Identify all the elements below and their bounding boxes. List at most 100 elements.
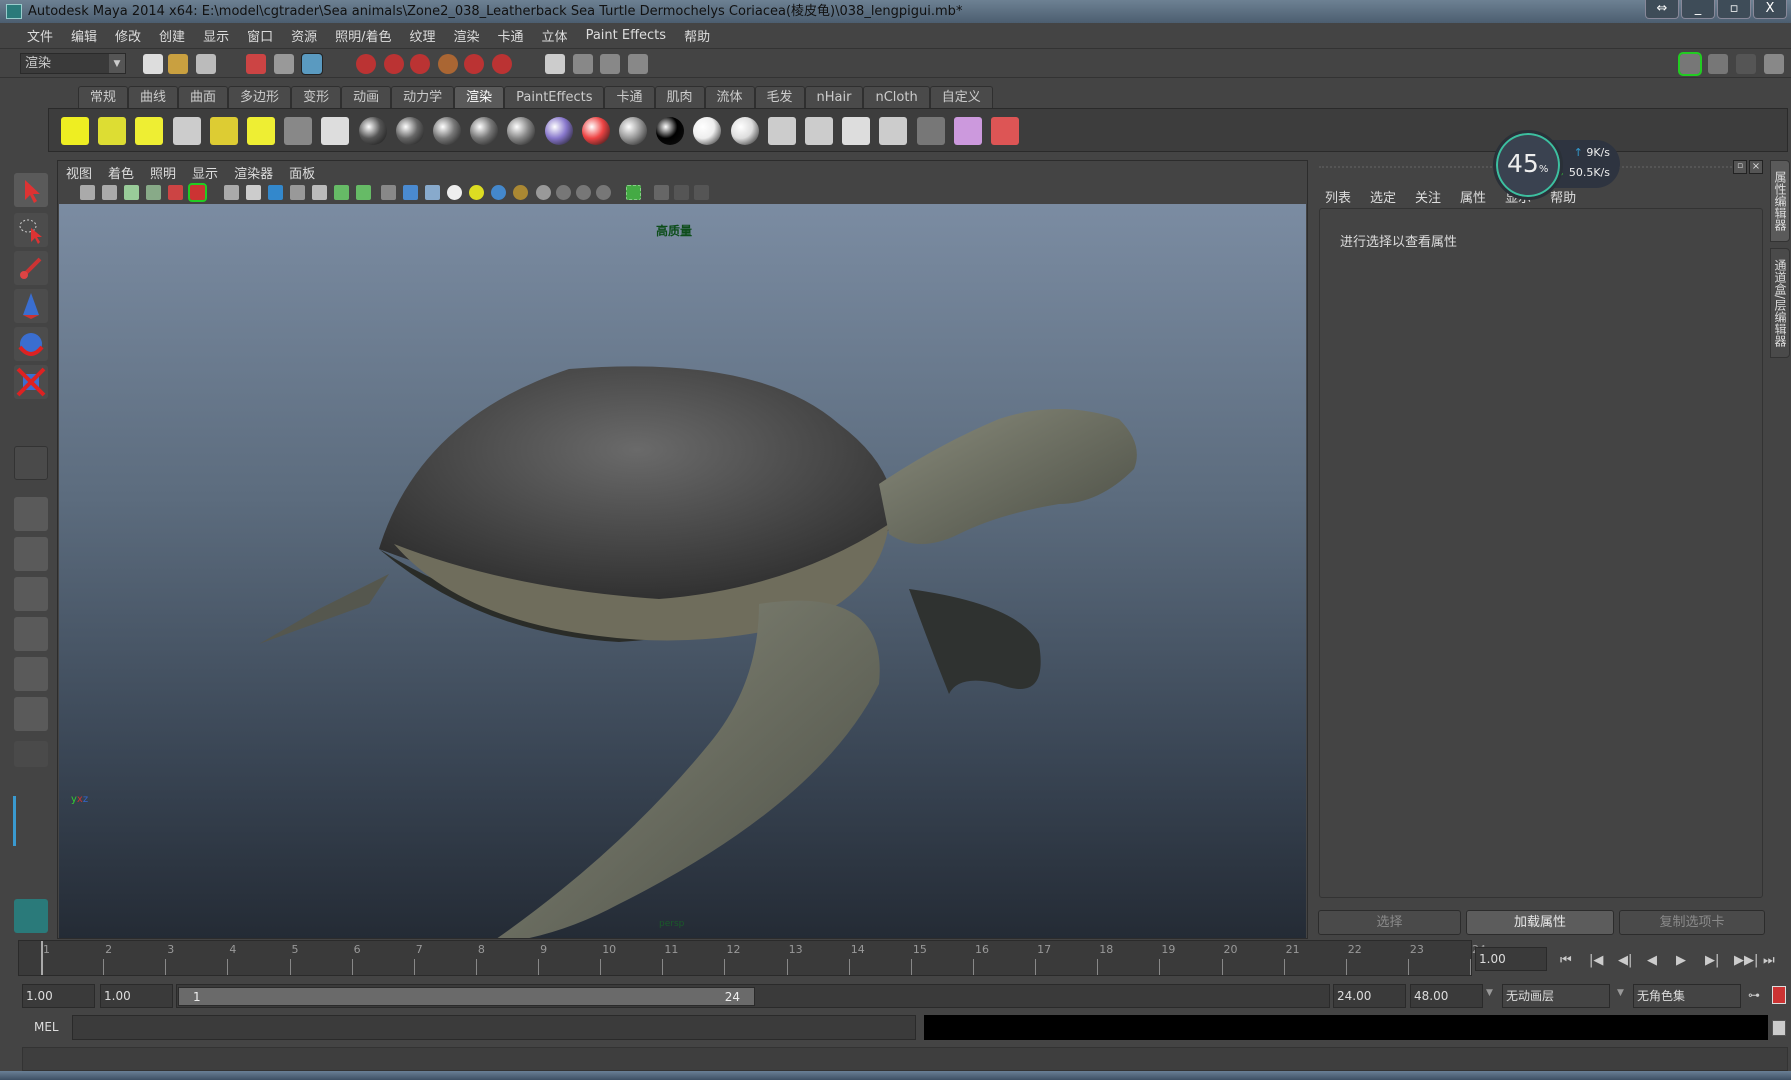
shelf-tab[interactable]: 卡通 (604, 86, 655, 108)
xray-icon[interactable] (654, 185, 669, 200)
shelf-tab[interactable]: 渲染 (454, 86, 505, 108)
film-gate-icon[interactable] (246, 185, 261, 200)
viewport-menu-item[interactable]: 显示 (192, 163, 218, 182)
close-button[interactable]: X (1753, 0, 1787, 19)
playback-end-field[interactable]: 24.00 (1333, 984, 1406, 1008)
end-time-field[interactable]: 48.00 (1410, 984, 1483, 1008)
ipr-render-icon[interactable] (805, 117, 833, 145)
xray-joints-icon[interactable] (674, 185, 689, 200)
persp-trax-layout-icon[interactable] (14, 697, 48, 731)
menu-item[interactable]: 窗口 (238, 26, 282, 45)
snap-point-icon[interactable] (410, 54, 430, 74)
shadows-icon[interactable] (513, 185, 528, 200)
anti-aliasing-icon[interactable] (596, 185, 611, 200)
viewport-menu-item[interactable]: 视图 (66, 163, 92, 182)
isolate-select-icon[interactable] (536, 185, 551, 200)
snap-live-icon[interactable] (464, 54, 484, 74)
playback-button[interactable]: ▶| (1705, 953, 1719, 968)
render-layers-icon[interactable] (284, 117, 313, 145)
shelf-tab[interactable]: 肌肉 (654, 86, 705, 108)
tab-channel-box[interactable]: 通道盒/层编辑器 (1770, 248, 1790, 358)
minimize-button[interactable]: _ (1681, 0, 1715, 19)
render-view-icon[interactable] (545, 54, 565, 74)
playback-button[interactable]: |◀ (1589, 953, 1603, 968)
tab-attribute-editor[interactable]: 属性编辑器 (1770, 160, 1790, 242)
menu-item[interactable]: 编辑 (62, 26, 106, 45)
shelf-tab[interactable]: 曲面 (178, 86, 229, 108)
phong-e-icon[interactable] (470, 117, 499, 145)
single-perspective-layout-icon[interactable] (14, 497, 48, 531)
volume-light-icon[interactable] (209, 117, 238, 145)
mental-ray-icon[interactable] (953, 117, 982, 145)
viewport-menu-item[interactable]: 着色 (108, 163, 134, 182)
2d-pan-zoom-icon[interactable] (146, 185, 161, 200)
snap-view-plane-icon[interactable] (438, 54, 458, 74)
open-scene-icon[interactable] (168, 54, 188, 74)
menu-item[interactable]: 资源 (282, 26, 326, 45)
camera-bookmark-icon[interactable] (102, 185, 117, 200)
mel-label[interactable]: MEL (34, 1020, 59, 1034)
attribute-editor-toggle-icon[interactable] (1708, 54, 1728, 74)
current-frame-field[interactable]: 1.00 (1475, 947, 1547, 971)
save-scene-icon[interactable] (196, 54, 216, 74)
shelf-tab[interactable]: 动画 (341, 86, 392, 108)
shelf-tab[interactable]: 多边形 (228, 86, 292, 108)
grid-icon[interactable] (224, 185, 239, 200)
select-object-icon[interactable] (274, 54, 294, 74)
shelf-tab[interactable]: PaintEffects (504, 86, 605, 108)
textured-icon[interactable] (447, 185, 462, 200)
persp-graph-layout-icon[interactable] (14, 617, 48, 651)
black-shader-icon[interactable] (693, 117, 722, 145)
shelf-tab[interactable]: 自定义 (929, 86, 993, 108)
menu-item[interactable]: 文件 (18, 26, 62, 45)
character-set-select[interactable]: 无角色集 (1633, 984, 1741, 1008)
viewport-menu-item[interactable]: 面板 (289, 163, 315, 182)
attribute-editor-menu-item[interactable]: 属性 (1460, 187, 1486, 206)
playback-button[interactable]: ◀| (1618, 953, 1632, 968)
turtle-model[interactable] (59, 204, 1306, 938)
menu-item[interactable]: 显示 (194, 26, 238, 45)
playback-button[interactable]: ▶▶| (1734, 953, 1758, 968)
viewport-menu-item[interactable]: 照明 (150, 163, 176, 182)
ambient-occlusion-icon[interactable] (556, 185, 571, 200)
menu-item[interactable]: 渲染 (445, 26, 489, 45)
menu-item[interactable]: 创建 (150, 26, 194, 45)
resolution-gate-icon[interactable] (268, 185, 283, 200)
attribute-editor-menu-item[interactable]: 选定 (1370, 187, 1396, 206)
point-light-icon[interactable] (135, 117, 164, 145)
new-scene-icon[interactable] (143, 54, 163, 74)
menu-item[interactable]: 纹理 (401, 26, 445, 45)
spot-light-icon[interactable] (98, 117, 127, 145)
grease-pencil-icon[interactable] (168, 185, 183, 200)
hypershade-persp-layout-icon[interactable] (14, 657, 48, 691)
render-current-icon[interactable] (767, 117, 796, 145)
menu-set-select[interactable]: 渲染 ▼ (20, 53, 126, 74)
perspective-viewport[interactable]: 高质量 yxz persp (59, 204, 1306, 938)
hypergraph-render-icon[interactable] (916, 117, 945, 145)
batch-render-icon[interactable] (842, 117, 871, 145)
scroll-slider[interactable] (13, 796, 16, 846)
field-chart-icon[interactable] (312, 185, 327, 200)
smooth-shade-icon[interactable] (403, 185, 418, 200)
shelf-tab[interactable]: nHair (804, 86, 864, 108)
ipr-render-icon[interactable] (600, 54, 620, 74)
channel-box-icon[interactable] (1764, 54, 1784, 74)
menu-item[interactable]: 立体 (533, 26, 577, 45)
blinn-icon[interactable] (358, 117, 387, 145)
surface-shader-icon[interactable] (619, 117, 647, 145)
shelf-tab[interactable]: nCloth (863, 86, 930, 108)
persp-outliner-layout-icon[interactable] (14, 577, 48, 611)
load-attributes-button[interactable]: 加载属性 (1466, 910, 1614, 935)
last-tool-slot[interactable] (14, 446, 48, 480)
ramp-shader-icon[interactable] (544, 117, 573, 145)
time-slider[interactable]: 123456789101112131415161718192021222324 (18, 940, 1486, 976)
wireframe-on-shaded-icon[interactable] (425, 185, 440, 200)
hypershade-icon[interactable] (321, 117, 350, 145)
ambient-light-icon[interactable] (247, 117, 275, 145)
show-modeling-toolkit-icon[interactable] (1678, 52, 1702, 76)
shelf-tab[interactable]: 变形 (291, 86, 342, 108)
menu-item[interactable]: 照明/着色 (326, 26, 400, 45)
four-view-layout-icon[interactable] (14, 537, 48, 571)
start-time-field[interactable]: 1.00 (22, 984, 95, 1008)
render-settings-icon[interactable] (879, 117, 908, 145)
